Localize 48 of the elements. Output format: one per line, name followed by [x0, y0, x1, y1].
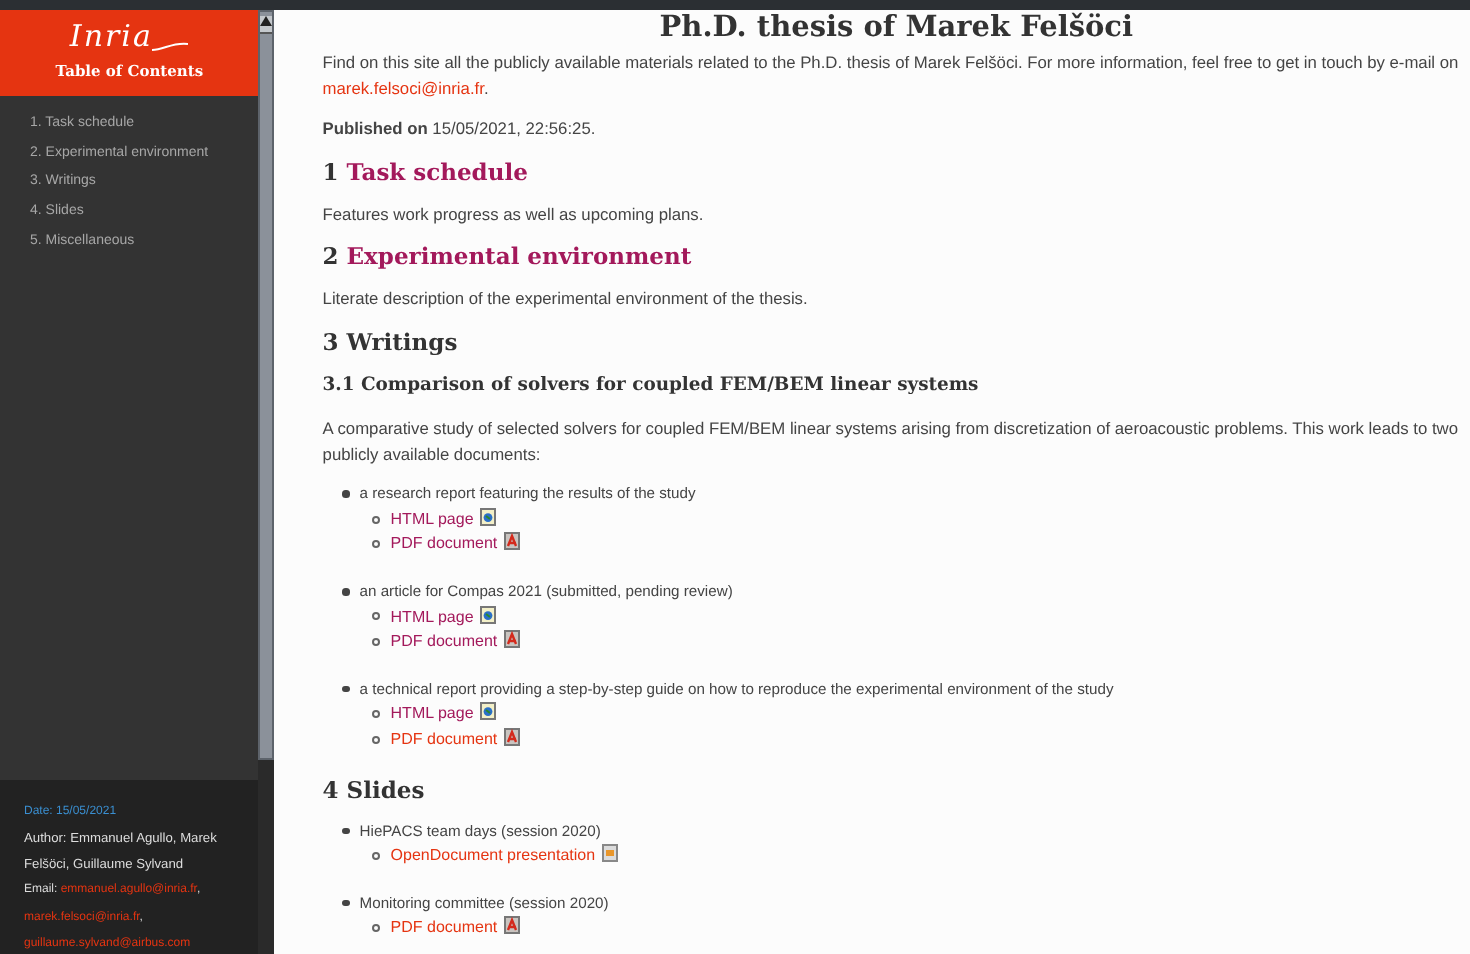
bullet: [372, 515, 381, 524]
section-heading: 3 Writings: [322, 327, 460, 358]
bullet: [342, 899, 350, 907]
bullet: [372, 638, 381, 647]
section-heading: 2 Experimental environment: [322, 242, 694, 273]
bullet: [342, 588, 350, 596]
published-text: Published on 15/05/2021, 22:56:25.: [322, 116, 598, 142]
bullet: [372, 612, 381, 621]
email-link[interactable]: marek.felsoci@inria.fr: [322, 77, 484, 98]
logo: Inria: [69, 22, 153, 53]
body-paragraph: A comparative study of selected solvers for coupled FEM/BEM linear systems arising from discretization of aeroacoustic problems. This work leads to two publicly available documents:: [322, 415, 1460, 467]
document-link[interactable]: PDF document: [390, 632, 498, 651]
bullet: [372, 924, 381, 933]
subsection-heading: 3.1 Comparison of solvers for coupled FEM/BEM linear systems: [322, 371, 981, 400]
intro-paragraph: Find on this site all the publicly available materials related to the Ph.D. thesis of Marek Felšöci. For more information, feel free to get in touch by e-mail on marek.felsoci@inria.fr.: [322, 50, 1461, 101]
pdf-file-icon: [503, 727, 520, 746]
section-link[interactable]: Task schedule: [346, 157, 528, 186]
section-link[interactable]: Experimental environment: [346, 242, 692, 271]
bullet: [342, 827, 350, 835]
bullet: [372, 540, 381, 549]
web-page-icon: [479, 605, 496, 624]
web-page-icon: [479, 507, 496, 526]
scrollbar[interactable]: [258, 10, 275, 760]
document-link[interactable]: OpenDocument presentation: [390, 846, 596, 865]
document-link[interactable]: PDF document: [390, 918, 498, 937]
pdf-file-icon: [503, 630, 520, 649]
document-link[interactable]: HTML page: [390, 704, 474, 723]
bullet: [342, 685, 350, 693]
document-link[interactable]: PDF document: [390, 729, 498, 748]
scroll-up-button[interactable]: [260, 16, 273, 34]
bullet: [342, 490, 350, 498]
presentation-file-icon: [601, 844, 618, 863]
bullet: [372, 851, 381, 860]
bullet: [372, 735, 381, 744]
section-heading: 1 Task schedule: [322, 157, 530, 188]
document-link[interactable]: HTML page: [390, 607, 474, 626]
section-heading: 4 Slides: [322, 775, 427, 805]
document-link[interactable]: HTML page: [390, 509, 474, 528]
pdf-file-icon: [503, 916, 520, 935]
up-arrow-icon: [260, 16, 273, 26]
swash-icon: [152, 40, 189, 53]
body-paragraph: Literate description of the experimental environment of the thesis.: [322, 286, 810, 312]
page-title: Ph.D. thesis of Marek Felšöci: [657, 10, 1136, 44]
bullet: [372, 710, 381, 719]
pdf-file-icon: [503, 532, 520, 551]
document-link[interactable]: PDF document: [390, 534, 498, 553]
body-paragraph: Features work progress as well as upcoming plans.: [322, 201, 706, 227]
web-page-icon: [479, 702, 496, 721]
